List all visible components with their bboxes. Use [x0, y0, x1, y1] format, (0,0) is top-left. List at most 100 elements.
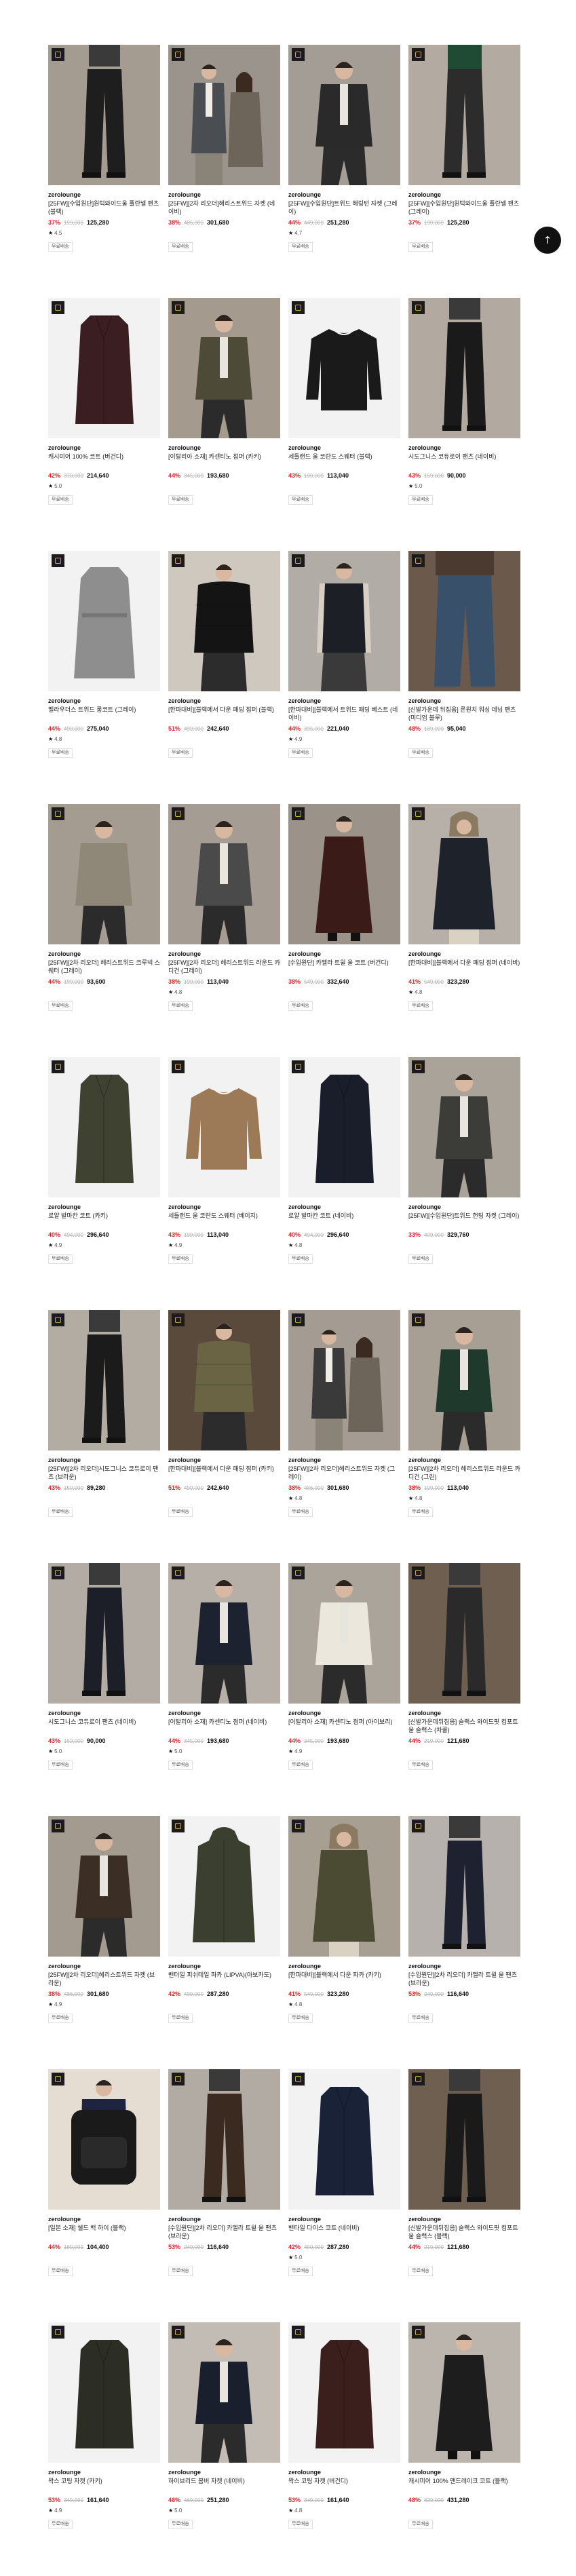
product-image[interactable]	[48, 45, 160, 185]
product-image[interactable]	[408, 551, 520, 691]
product-name[interactable]: 왁스 코팅 자켓 (카키)	[48, 2477, 160, 2493]
product-name[interactable]: [25FW][수입원단]트위드 헌팅 자켓 (그레이)	[408, 1212, 520, 1228]
product-brand[interactable]: zerolounge	[48, 1203, 160, 1211]
product-image[interactable]	[168, 804, 280, 944]
product-image[interactable]	[168, 45, 280, 185]
product-brand[interactable]: zerolounge	[48, 2468, 160, 2476]
product-name[interactable]: [한파대비][블랙에서 다운 패딩 점퍼 (네이비)	[408, 959, 520, 975]
product-image[interactable]	[48, 551, 160, 691]
product-card[interactable]: zerolounge [이탈리아 소재] 카센티노 점퍼 (아이보리) 44% 3…	[288, 1563, 400, 1770]
product-brand[interactable]: zerolounge	[168, 1709, 280, 1717]
product-name[interactable]: 로얄 발마칸 코트 (네이비)	[288, 1212, 400, 1228]
product-card[interactable]: zerolounge [25FW][2차 리오더] 헤리스트위드 라운드 카디건…	[168, 804, 280, 1011]
product-card[interactable]: zerolounge 로얄 발마칸 코트 (네이비) 40% 494,000 296…	[288, 1057, 400, 1264]
product-card[interactable]: zerolounge 하이브리드 봄버 자켓 (네이비) 46% 469,000 2…	[168, 2322, 280, 2529]
product-card[interactable]: zerolounge [이탈리아 소재] 카센티노 점퍼 (카키) 44% 345…	[168, 298, 280, 505]
product-name[interactable]: [한파대비][블랙에서 트위드 패딩 베스트 (네이비)	[288, 706, 400, 722]
product-image[interactable]	[48, 2322, 160, 2463]
product-card[interactable]: zerolounge [한파대비][블랙에서 다운 파카 (카키) 41% 549…	[288, 1816, 400, 2023]
product-card[interactable]: zerolounge [일본 소재] 쉘드 백 하이 (블랙) 44% 189,0…	[48, 2069, 160, 2276]
product-brand[interactable]: zerolounge	[408, 2468, 520, 2476]
product-name[interactable]: [25FW][수입원단]트위드 헤링턴 자켓 (그레이)	[288, 199, 400, 216]
product-card[interactable]: zerolounge [25FW][2차 리오더]헤리스트위드 자켓 (브라운)…	[48, 1816, 160, 2023]
product-name[interactable]: [신발가운데뒤집음] 슬랙스 와이드핏 컴포트 울 슬랙스 (차콜)	[408, 1718, 520, 1734]
product-brand[interactable]: zerolounge	[168, 2468, 280, 2476]
product-image[interactable]	[288, 1310, 400, 1450]
product-card[interactable]: zerolounge [25FW][2차 리오더]시도그니스 코듀로이 팬츠 (…	[48, 1310, 160, 1517]
product-brand[interactable]: zerolounge	[168, 697, 280, 705]
product-brand[interactable]: zerolounge	[288, 1203, 400, 1211]
product-brand[interactable]: zerolounge	[48, 2215, 160, 2223]
product-brand[interactable]: zerolounge	[408, 191, 520, 199]
product-image[interactable]	[408, 1563, 520, 1704]
product-brand[interactable]: zerolounge	[168, 1962, 280, 1970]
product-name[interactable]: [수입원단] 카멜라 트윌 울 코트 (버건디)	[288, 959, 400, 975]
product-card[interactable]: zerolounge 로얄 발마칸 코트 (카키) 40% 494,000 296,…	[48, 1057, 160, 1264]
product-name[interactable]: 하이브리드 봄버 자켓 (네이비)	[168, 2477, 280, 2493]
product-name[interactable]: [이탈리아 소재] 카센티노 점퍼 (아이보리)	[288, 1718, 400, 1734]
product-image[interactable]	[288, 1816, 400, 1957]
product-name[interactable]: 밴터일 피쉬테일 파카 (LIPVA)(아보카도)	[168, 1971, 280, 1987]
product-name[interactable]: [25FW][2차 리오더] 헤리스트위드 라운드 카디건 (그레이)	[168, 959, 280, 975]
product-card[interactable]: zerolounge 시도그니스 코듀로이 팬츠 (네이비) 43% 159,00…	[48, 1563, 160, 1770]
product-image[interactable]	[168, 298, 280, 438]
product-image[interactable]	[288, 1563, 400, 1704]
product-card[interactable]: zerolounge 시도그니스 코듀로이 팬츠 (네이비) 43% 159,00…	[408, 298, 520, 505]
product-image[interactable]	[288, 298, 400, 438]
product-name[interactable]: [신발가운데뒤집음] 슬랙스 와이드핏 컴포트 울 슬랙스 (블랙)	[408, 2224, 520, 2240]
product-name[interactable]: [25FW][2차 리오더]헤리스트위드 자켓 (브라운)	[48, 1971, 160, 1987]
product-image[interactable]	[48, 1563, 160, 1704]
product-name[interactable]: [이탈리아 소재] 카센티노 점퍼 (네이비)	[168, 1718, 280, 1734]
product-brand[interactable]: zerolounge	[168, 191, 280, 199]
product-image[interactable]	[408, 1310, 520, 1450]
product-card[interactable]: zerolounge 캐시미어 100% 코트 (버건디) 42% 370,000…	[48, 298, 160, 505]
product-brand[interactable]: zerolounge	[408, 697, 520, 705]
product-name[interactable]: 세틀랜드 울 코란도 스웨터 (베이지)	[168, 1212, 280, 1228]
product-image[interactable]	[288, 804, 400, 944]
product-card[interactable]: zerolounge [한파대비][블랙에서 트위드 패딩 베스트 (네이비) …	[288, 551, 400, 758]
product-brand[interactable]: zerolounge	[288, 444, 400, 452]
product-brand[interactable]: zerolounge	[288, 2468, 400, 2476]
product-name[interactable]: [25FW][수입원단]원턱와이드울 플란넬 팬츠 (그레이)	[408, 199, 520, 216]
product-brand[interactable]: zerolounge	[168, 950, 280, 958]
product-name[interactable]: 멜라우더스 트위드 롱코트 (그레이)	[48, 706, 160, 722]
product-image[interactable]	[168, 1310, 280, 1450]
product-image[interactable]	[168, 1057, 280, 1197]
product-brand[interactable]: zerolounge	[408, 2215, 520, 2223]
product-brand[interactable]: zerolounge	[408, 950, 520, 958]
product-name[interactable]: [25FW][2차 리오더]헤리스트위드 자켓 (네이비)	[168, 199, 280, 216]
product-image[interactable]	[408, 1057, 520, 1197]
product-card[interactable]: zerolounge [신발가운데뒤집음] 슬랙스 와이드핏 컴포트 울 슬랙스…	[408, 2069, 520, 2276]
product-card[interactable]: zerolounge 밴터일 피쉬테일 파카 (LIPVA)(아보카도) 42%…	[168, 1816, 280, 2023]
product-brand[interactable]: zerolounge	[408, 1456, 520, 1464]
product-brand[interactable]: zerolounge	[48, 1709, 160, 1717]
product-card[interactable]: zerolounge 밴타일 다이스 코트 (네이비) 42% 490,000 28…	[288, 2069, 400, 2276]
product-card[interactable]: zerolounge [수입원단][2차 리오더] 카멜라 트윌 울 팬츠 (브…	[168, 2069, 280, 2276]
product-brand[interactable]: zerolounge	[168, 2215, 280, 2223]
product-image[interactable]	[408, 1816, 520, 1957]
product-brand[interactable]: zerolounge	[288, 1709, 400, 1717]
product-brand[interactable]: zerolounge	[408, 1709, 520, 1717]
product-brand[interactable]: zerolounge	[408, 1203, 520, 1211]
product-image[interactable]	[288, 1057, 400, 1197]
product-image[interactable]	[288, 551, 400, 691]
product-image[interactable]	[168, 2069, 280, 2210]
product-brand[interactable]: zerolounge	[48, 1456, 160, 1464]
product-image[interactable]	[408, 45, 520, 185]
product-card[interactable]: zerolounge 세틀랜드 울 코란도 스웨터 (베이지) 43% 199,0…	[168, 1057, 280, 1264]
product-image[interactable]	[288, 2322, 400, 2463]
product-name[interactable]: 세틀랜드 울 코란도 스웨터 (블랙)	[288, 453, 400, 469]
product-card[interactable]: zerolounge [한파대비][블랙에서 다운 패딩 점퍼 (카키) 51%…	[168, 1310, 280, 1517]
product-image[interactable]	[48, 298, 160, 438]
product-brand[interactable]: zerolounge	[48, 950, 160, 958]
product-name[interactable]: [25FW][2차 리오더]헤리스트위드 자켓 (그레이)	[288, 1465, 400, 1481]
product-name[interactable]: [한파대비][블랙에서 다운 패딩 점퍼 (카키)	[168, 1465, 280, 1481]
product-card[interactable]: zerolounge 캐시미어 100% 맨드레이크 코트 (블랙) 48% 82…	[408, 2322, 520, 2529]
product-name[interactable]: [수입원단][2차 리오더] 카멜라 트윌 울 팬츠 (브라운)	[168, 2224, 280, 2240]
product-image[interactable]	[48, 1057, 160, 1197]
product-card[interactable]: zerolounge [25FW][수입원단]트위드 헌팅 자켓 (그레이) 3…	[408, 1057, 520, 1264]
product-card[interactable]: zerolounge [수입원단][2차 리오더] 카멜라 트윌 울 팬츠 (브…	[408, 1816, 520, 2023]
product-brand[interactable]: zerolounge	[168, 444, 280, 452]
product-name[interactable]: 시도그니스 코듀로이 팬츠 (네이비)	[48, 1718, 160, 1734]
product-brand[interactable]: zerolounge	[408, 1962, 520, 1970]
